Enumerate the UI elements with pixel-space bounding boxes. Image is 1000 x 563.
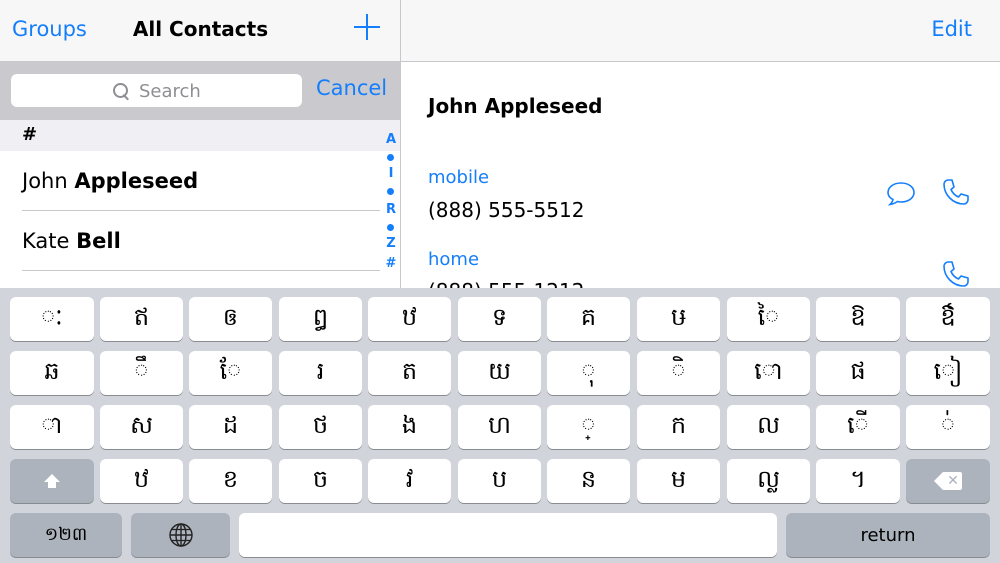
detail-nav-bar: Edit xyxy=(401,0,1000,62)
plus-icon[interactable] xyxy=(352,12,382,42)
key[interactable]: ប xyxy=(458,459,541,503)
key[interactable]: ឆ xyxy=(10,351,94,395)
shift-key[interactable] xyxy=(10,459,94,503)
key[interactable]: ច xyxy=(279,459,362,503)
key[interactable]: រ xyxy=(279,351,362,395)
index-letter-r[interactable]: R xyxy=(381,202,400,217)
message-icon[interactable] xyxy=(886,178,916,208)
edit-button[interactable]: Edit xyxy=(931,17,972,41)
contact-row-john-appleseed[interactable]: John Appleseed xyxy=(0,151,380,211)
key[interactable]: ត xyxy=(368,351,451,395)
search-input[interactable] xyxy=(139,79,289,103)
contact-name: John Appleseed xyxy=(22,169,199,193)
contact-name: Kate Bell xyxy=(22,229,121,253)
key[interactable]: ៀ xyxy=(906,351,990,395)
key[interactable]: ថ xyxy=(279,405,362,449)
key[interactable]: ិ xyxy=(637,351,720,395)
key[interactable]: ៈ xyxy=(10,297,94,341)
index-dot xyxy=(387,224,394,231)
delete-key[interactable]: ✕ xyxy=(906,459,990,503)
search-icon xyxy=(111,81,131,101)
key[interactable]: ោ xyxy=(727,351,810,395)
contacts-list-pane: Groups All Contacts Cancel # John Apples… xyxy=(0,0,401,290)
index-dot xyxy=(387,154,394,161)
key[interactable]: ា xyxy=(10,405,94,449)
key[interactable]: ល្ល xyxy=(727,459,810,503)
key[interactable]: ឋ xyxy=(368,297,451,341)
index-letter-a[interactable]: A xyxy=(381,132,400,147)
key[interactable]: ខ xyxy=(189,459,272,503)
key[interactable]: ែ xyxy=(189,351,272,395)
key[interactable]: ៃ xyxy=(727,297,810,341)
key[interactable]: ឱ xyxy=(816,297,900,341)
key[interactable]: ដ xyxy=(189,405,272,449)
mobile-label: mobile xyxy=(428,167,490,188)
index-letter-z[interactable]: Z xyxy=(381,236,400,251)
key[interactable]: ។ xyxy=(816,459,900,503)
space-key[interactable] xyxy=(239,513,777,557)
home-label: home xyxy=(428,249,480,270)
key[interactable]: ឰ xyxy=(279,297,362,341)
page-title: All Contacts xyxy=(132,17,269,41)
row-separator xyxy=(22,270,380,271)
khmer-keyboard: ៈ ឥ ឲ ឰ ឋ ទ គ ឞ ៃ ឱ ឳ ឆ ឹ ែ រ ត យ ុ ិ ោ … xyxy=(0,288,1000,563)
mobile-number[interactable]: (888) 555-5512 xyxy=(428,198,584,222)
contact-detail-pane: Edit John Appleseed mobile (888) 555-551… xyxy=(401,0,1000,290)
key[interactable]: ់ xyxy=(906,405,990,449)
key[interactable]: ឳ xyxy=(906,297,990,341)
key[interactable]: ឲ xyxy=(189,297,272,341)
globe-key[interactable] xyxy=(131,513,230,557)
key[interactable]: ល xyxy=(727,405,810,449)
index-letter-hash[interactable]: # xyxy=(381,256,400,271)
cancel-button[interactable]: Cancel xyxy=(316,76,387,100)
index-letter-i[interactable]: I xyxy=(381,166,400,181)
key[interactable]: ើ xyxy=(816,405,900,449)
contacts-nav-bar: Groups All Contacts xyxy=(0,0,400,62)
key[interactable]: យ xyxy=(458,351,541,395)
contact-row-kate-bell[interactable]: Kate Bell xyxy=(0,211,380,271)
index-dot xyxy=(387,188,394,195)
key[interactable]: ម xyxy=(637,459,720,503)
return-key[interactable]: return xyxy=(786,513,990,557)
key[interactable]: ង xyxy=(368,405,451,449)
key[interactable]: ទ xyxy=(458,297,541,341)
phone-icon[interactable] xyxy=(941,259,971,289)
key[interactable]: ហ xyxy=(458,405,541,449)
section-index[interactable]: A I R Z # xyxy=(381,132,400,282)
key[interactable]: ឋ xyxy=(100,459,183,503)
key[interactable]: គ xyxy=(547,297,630,341)
key[interactable]: ស xyxy=(100,405,183,449)
key[interactable]: ឞ xyxy=(637,297,720,341)
numbers-key[interactable]: ១២៣ xyxy=(10,513,122,557)
key[interactable]: ឹ xyxy=(100,351,183,395)
key[interactable]: ផ xyxy=(816,351,900,395)
search-field[interactable] xyxy=(11,74,302,107)
key[interactable]: ុ xyxy=(547,351,630,395)
shift-icon xyxy=(43,474,61,488)
section-header: # xyxy=(0,120,400,151)
key[interactable]: ក xyxy=(637,405,720,449)
search-bar: Cancel xyxy=(0,62,400,120)
key[interactable]: ន xyxy=(547,459,630,503)
phone-icon[interactable] xyxy=(941,177,971,207)
globe-icon xyxy=(168,523,193,547)
key[interactable]: ្ xyxy=(547,405,630,449)
key[interactable]: វ xyxy=(368,459,451,503)
key[interactable]: ឥ xyxy=(100,297,183,341)
delete-icon: ✕ xyxy=(934,472,962,490)
contact-detail-name: John Appleseed xyxy=(428,94,603,118)
